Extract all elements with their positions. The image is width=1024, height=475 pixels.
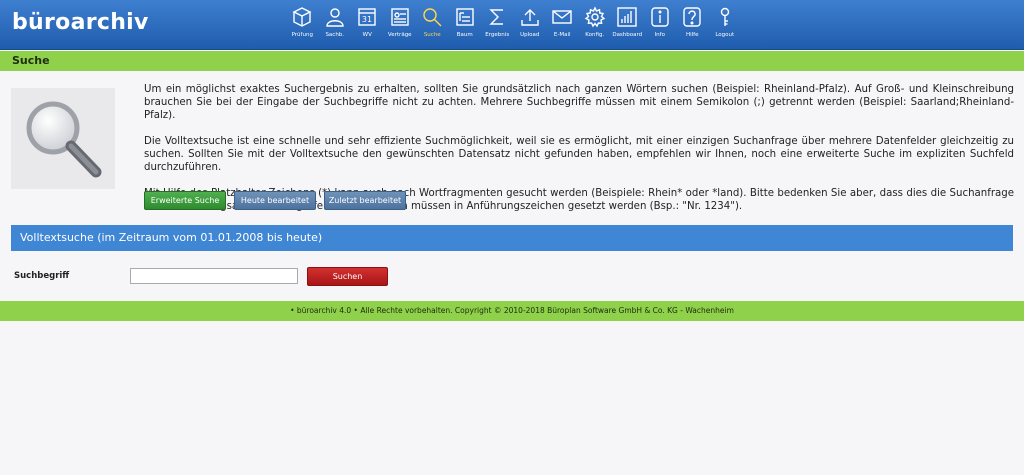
nav-item-email[interactable]: E-Mail xyxy=(546,6,579,46)
nav-label: Dashboard xyxy=(612,32,643,38)
nav-label: Hilfe xyxy=(685,32,699,38)
nav-item-suche[interactable]: Suche xyxy=(416,6,449,46)
mail-icon xyxy=(552,10,572,24)
nav-item-dashboard[interactable]: Dashboard xyxy=(611,6,644,46)
sigma-icon xyxy=(489,9,504,25)
nav-item-vertraege[interactable]: Verträge xyxy=(384,6,417,46)
svg-text:31: 31 xyxy=(362,15,372,24)
app-header: büroarchiv Prüfung Sachb. 31 WV Verträge… xyxy=(0,0,1024,50)
search-illustration xyxy=(11,88,115,189)
gear-icon xyxy=(584,6,606,28)
nav-item-konfig[interactable]: Konfig. xyxy=(579,6,612,46)
nav-label: Konfig. xyxy=(585,32,605,38)
nav-item-ergebnis[interactable]: Ergebnis xyxy=(481,6,514,46)
contract-icon xyxy=(391,8,409,26)
section-title: Volltextsuche (im Zeitraum vom 01.01.200… xyxy=(20,231,323,244)
magnifier-icon xyxy=(423,8,442,27)
nav-label: WV xyxy=(362,32,372,38)
recently-edited-button[interactable]: Zuletzt bearbeitet xyxy=(324,191,406,210)
footer-text: • büroarchiv 4.0 • Alle Rechte vorbehalt… xyxy=(290,306,734,315)
nav-label: Baum xyxy=(456,32,473,38)
advanced-search-button[interactable]: Erweiterte Suche xyxy=(144,191,226,210)
nav-item-logout[interactable]: Logout xyxy=(709,6,742,46)
nav-label: Info xyxy=(654,32,665,38)
upload-icon xyxy=(521,9,539,26)
nav-item-sachb[interactable]: Sachb. xyxy=(319,6,352,46)
intro-paragraph: Die Volltextsuche ist eine schnelle und … xyxy=(144,136,1014,173)
nav-label: Ergebnis xyxy=(485,32,510,38)
nav-item-baum[interactable]: Baum xyxy=(449,6,482,46)
bar-chart-icon xyxy=(617,7,637,27)
nav-item-upload[interactable]: Upload xyxy=(514,6,547,46)
user-icon xyxy=(326,8,344,27)
help-icon xyxy=(683,7,701,27)
page-title-bar: Suche xyxy=(0,51,1024,71)
search-term-label: Suchbegriff xyxy=(14,271,70,281)
nav-label: Upload xyxy=(520,32,540,38)
tree-icon xyxy=(456,8,474,26)
boxes-icon xyxy=(292,7,312,27)
nav-label: E-Mail xyxy=(553,32,571,38)
nav-label: Prüfung xyxy=(291,32,313,38)
info-icon xyxy=(651,7,669,27)
app-logo[interactable]: büroarchiv xyxy=(12,10,149,35)
nav-item-pruefung[interactable]: Prüfung xyxy=(286,6,319,46)
intro-paragraph: Um ein möglichst exaktes Suchergebnis zu… xyxy=(144,84,1014,121)
magnifier-icon xyxy=(26,101,102,178)
footer-bar: • büroarchiv 4.0 • Alle Rechte vorbehalt… xyxy=(0,301,1024,321)
nav-label: Logout xyxy=(715,32,735,38)
fulltext-section-header: Volltextsuche (im Zeitraum vom 01.01.200… xyxy=(11,225,1013,251)
nav-label: Suche xyxy=(423,32,441,38)
nav-label: Sachb. xyxy=(325,32,345,38)
search-input[interactable] xyxy=(130,268,298,284)
edited-today-button[interactable]: Heute bearbeitet xyxy=(234,191,316,210)
calendar-icon: 31 xyxy=(358,8,376,26)
nav-item-wv[interactable]: 31 WV xyxy=(351,6,384,46)
search-button[interactable]: Suchen xyxy=(307,267,388,286)
key-icon xyxy=(720,7,729,26)
nav-item-hilfe[interactable]: Hilfe xyxy=(676,6,709,46)
nav-label: Verträge xyxy=(387,32,412,38)
main-nav: Prüfung Sachb. 31 WV Verträge Suche Baum… xyxy=(286,6,741,46)
page-title: Suche xyxy=(12,54,50,67)
nav-item-info[interactable]: Info xyxy=(644,6,677,46)
